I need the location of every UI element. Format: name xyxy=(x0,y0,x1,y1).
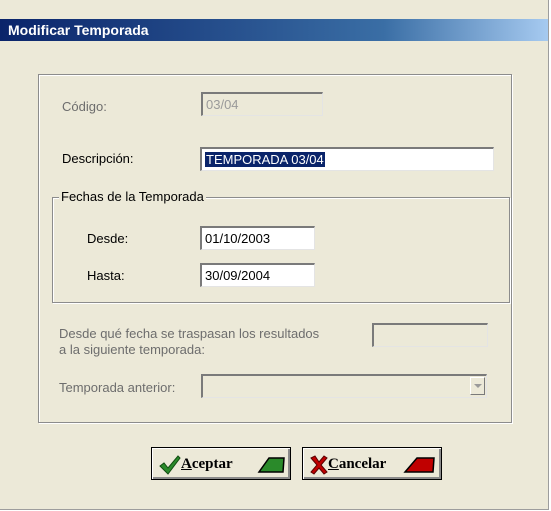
dialog-window: Modificar Temporada Código: 03/04 Descri… xyxy=(0,0,549,510)
codigo-field: 03/04 xyxy=(201,92,323,116)
title-bar[interactable]: Modificar Temporada xyxy=(0,19,548,41)
hasta-label: Hasta: xyxy=(87,268,125,283)
green-wedge-icon xyxy=(257,457,285,473)
hasta-date-field[interactable]: 30/09/2004 xyxy=(200,263,315,287)
descripcion-label: Descripción: xyxy=(62,151,134,166)
temporada-anterior-select xyxy=(201,374,487,398)
traspaso-label-line2: a la siguiente temporada: xyxy=(59,342,205,357)
desde-date-field[interactable]: 01/10/2003 xyxy=(200,226,315,250)
descripcion-value: TEMPORADA 03/04 xyxy=(205,152,325,167)
red-wedge-icon xyxy=(403,457,435,473)
traspaso-date-field xyxy=(372,323,488,347)
traspaso-label-line1: Desde qué fecha se traspasan los resulta… xyxy=(59,326,320,341)
cancelar-button[interactable]: Cancelar xyxy=(302,447,442,480)
window-title: Modificar Temporada xyxy=(8,22,149,38)
desde-label: Desde: xyxy=(87,231,129,246)
descripcion-field[interactable]: TEMPORADA 03/04 xyxy=(200,147,494,171)
hasta-value: 30/09/2004 xyxy=(205,268,271,283)
fechas-group-box xyxy=(52,197,510,303)
aceptar-button[interactable]: Aceptar xyxy=(151,447,291,480)
x-icon xyxy=(310,455,328,475)
temporada-anterior-label: Temporada anterior: xyxy=(59,380,176,395)
cancelar-label: Cancelar xyxy=(328,456,387,472)
codigo-value: 03/04 xyxy=(206,97,239,112)
desde-value: 01/10/2003 xyxy=(205,231,271,246)
checkmark-icon xyxy=(159,455,181,475)
chevron-down-icon xyxy=(474,384,482,388)
codigo-label: Código: xyxy=(62,99,107,114)
fechas-group-legend: Fechas de la Temporada xyxy=(59,189,206,205)
dropdown-arrow-button xyxy=(470,377,485,395)
aceptar-label: Aceptar xyxy=(181,456,233,472)
